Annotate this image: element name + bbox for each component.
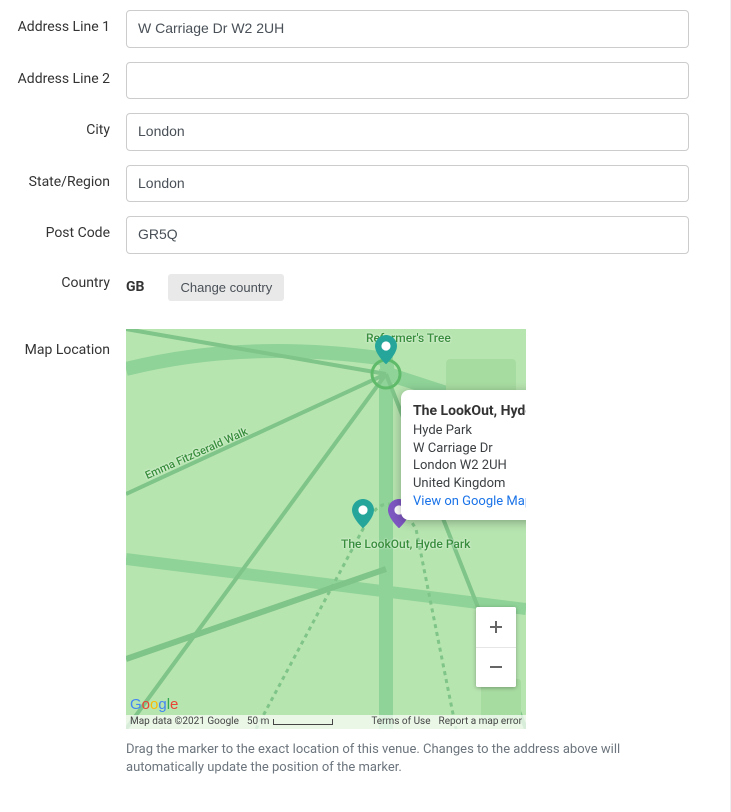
- infowindow-link[interactable]: View on Google Maps: [413, 493, 526, 511]
- zoom-in-button[interactable]: [476, 607, 516, 647]
- infowindow-line-1: W Carriage Dr: [413, 440, 526, 458]
- map[interactable]: Reformer's Tree Emma FitzGerald Walk The…: [126, 329, 526, 729]
- row-address2: Address Line 2: [14, 62, 716, 100]
- map-hint: Drag the marker to the exact location of…: [126, 741, 686, 779]
- row-city: City: [14, 113, 716, 151]
- input-address2[interactable]: [126, 62, 689, 100]
- label-city: City: [14, 113, 126, 139]
- input-city[interactable]: [126, 113, 689, 151]
- row-map: Map Location: [14, 329, 716, 779]
- infowindow-line-0: Hyde Park: [413, 422, 526, 440]
- zoom-out-button[interactable]: [476, 647, 516, 687]
- input-postcode[interactable]: [126, 216, 689, 254]
- row-address1: Address Line 1: [14, 10, 716, 48]
- map-marker-a[interactable]: [352, 499, 374, 529]
- infowindow-line-2: London W2 2UH: [413, 457, 526, 475]
- change-country-button[interactable]: Change country: [168, 274, 284, 301]
- label-postcode: Post Code: [14, 216, 126, 242]
- label-state: State/Region: [14, 165, 126, 191]
- map-report-link[interactable]: Report a map error: [439, 716, 522, 727]
- map-copyright: Map data ©2021 Google: [130, 716, 239, 727]
- map-footer: Map data ©2021 Google 50 m Terms of Use …: [126, 715, 526, 729]
- row-country: Country GB Change country: [14, 268, 716, 301]
- infowindow-title: The LookOut, Hyde Park: [413, 402, 526, 421]
- address-form: Address Line 1 Address Line 2 City State…: [0, 0, 731, 812]
- label-country: Country: [14, 268, 126, 292]
- map-marker-top[interactable]: [375, 335, 397, 365]
- scale-line-icon: [273, 719, 333, 725]
- input-address1[interactable]: [126, 10, 689, 48]
- map-scale: 50 m: [247, 716, 334, 727]
- plus-icon: [488, 619, 504, 635]
- zoom-control: [476, 607, 516, 687]
- input-state[interactable]: [126, 165, 689, 203]
- row-postcode: Post Code: [14, 216, 716, 254]
- label-address2: Address Line 2: [14, 62, 126, 88]
- label-address1: Address Line 1: [14, 10, 126, 36]
- map-background: [126, 329, 526, 729]
- map-infowindow: The LookOut, Hyde Park Hyde Park W Carri…: [401, 390, 526, 521]
- map-terms-link[interactable]: Terms of Use: [371, 716, 430, 727]
- row-state: State/Region: [14, 165, 716, 203]
- minus-icon: [488, 659, 504, 675]
- infowindow-line-3: United Kingdom: [413, 475, 526, 493]
- country-code: GB: [126, 279, 144, 295]
- label-map: Map Location: [14, 329, 126, 359]
